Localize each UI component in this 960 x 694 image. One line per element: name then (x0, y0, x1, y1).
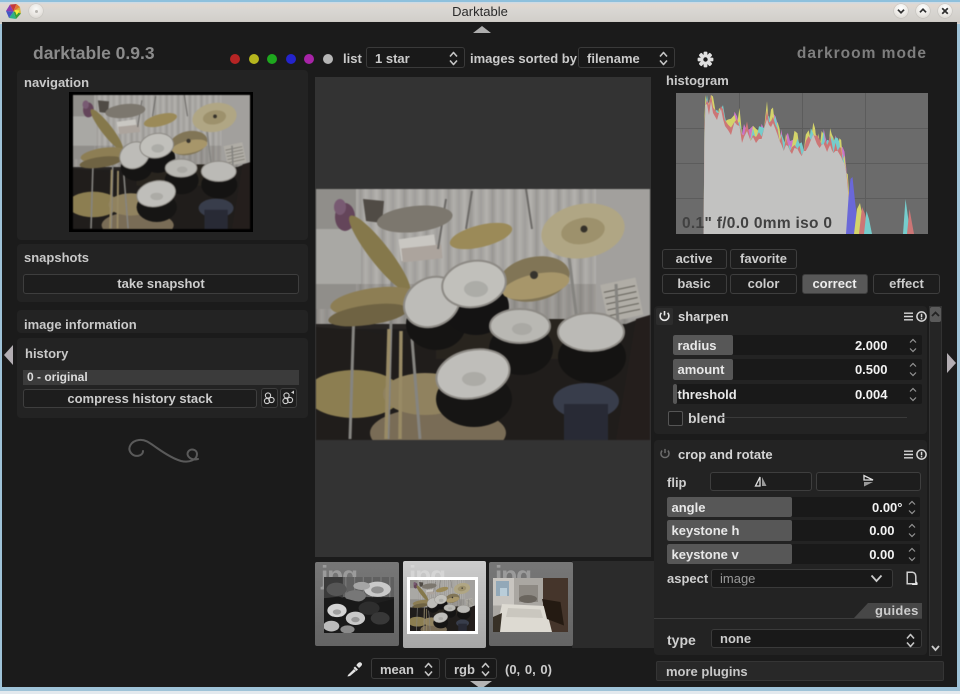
svg-text:guides: guides (875, 603, 919, 618)
svg-text:0.1" f/0.0 0mm iso 0: 0.1" f/0.0 0mm iso 0 (682, 215, 832, 232)
